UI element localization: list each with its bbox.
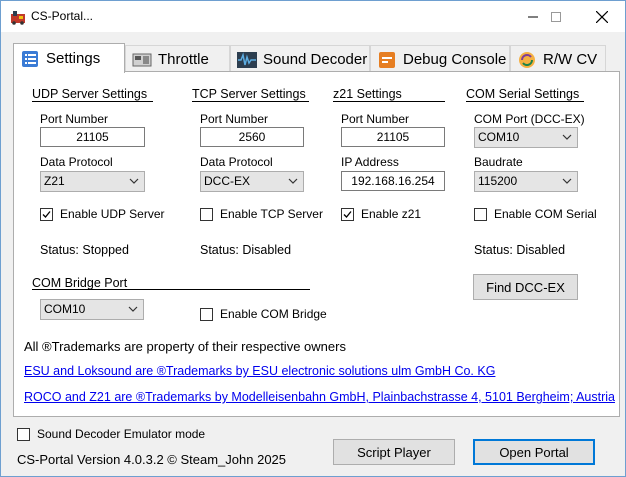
tcp-enable-label: Enable TCP Server [220,207,323,221]
trademark-notice: All ®Trademarks are property of their re… [24,339,346,354]
bridge-title-underline [32,289,310,290]
udp-title-underline [32,101,153,102]
udp-port-label: Port Number [40,112,109,126]
debug-icon [377,50,397,70]
udp-protocol-select[interactable]: Z21 [40,171,145,192]
z21-enable-label: Enable z21 [361,207,422,221]
app-logo-icon [10,9,26,25]
bridge-port-value: COM10 [44,302,86,316]
com-baud-value: 115200 [478,174,518,188]
z21-port-label: Port Number [341,112,410,126]
tab-rw-cv[interactable]: R/W CV [510,45,606,73]
tcp-settings-title: TCP Server Settings [192,87,306,101]
tab-rw-cv-label: R/W CV [543,51,598,68]
com-port-label: COM Port (DCC-EX) [474,112,585,126]
z21-settings-title: z21 Settings [333,87,402,101]
bridge-title: COM Bridge Port [32,276,128,290]
com-baud-select[interactable]: 115200 [474,171,578,192]
checkbox-box [341,207,354,221]
z21-port-input[interactable]: 21105 [341,127,445,147]
checkbox-box [17,427,30,441]
find-dcc-ex-button[interactable]: Find DCC-EX [473,274,578,300]
tcp-title-underline [192,101,309,102]
open-portal-button[interactable]: Open Portal [473,439,595,465]
com-settings-title: COM Serial Settings [466,87,580,101]
checkbox-box [40,207,53,221]
z21-title-underline [333,101,445,102]
esu-trademark-link[interactable]: ESU and Loksound are ®Trademarks by ESU … [24,364,495,378]
tcp-protocol-label: Data Protocol [200,155,273,169]
udp-status: Status: Stopped [40,243,129,257]
tcp-protocol-select[interactable]: DCC-EX [200,171,304,192]
udp-settings-title: UDP Server Settings [32,87,148,101]
tab-settings[interactable]: Settings [13,43,125,73]
checkbox-box [200,207,213,221]
com-title-underline [466,101,584,102]
tab-sound-decoder[interactable]: Sound Decoder [230,45,370,73]
tab-sound-decoder-label: Sound Decoder [263,51,368,68]
chevron-down-icon [129,178,139,184]
com-port-value: COM10 [478,130,520,144]
waveform-icon [237,50,257,70]
bridge-port-select[interactable]: COM10 [40,299,144,320]
com-status: Status: Disabled [474,243,566,257]
list-icon [20,49,40,69]
tcp-port-label: Port Number [200,112,269,126]
emulator-mode-label: Sound Decoder Emulator mode [37,427,206,441]
checkbox-box [200,307,213,321]
tcp-protocol-value: DCC-EX [204,174,251,188]
z21-ip-label: IP Address [341,155,399,169]
maximize-button[interactable] [533,1,579,32]
emulator-mode-checkbox[interactable]: Sound Decoder Emulator mode [17,427,205,441]
udp-protocol-label: Data Protocol [40,155,113,169]
bridge-enable-label: Enable COM Bridge [220,307,327,321]
chevron-down-icon [562,178,572,184]
com-enable-checkbox[interactable]: Enable COM Serial [474,207,597,221]
tab-debug-console-label: Debug Console [403,51,507,68]
z21-ip-input[interactable]: 192.168.16.254 [341,171,445,191]
bridge-enable-checkbox[interactable]: Enable COM Bridge [200,307,327,321]
sync-icon [517,50,537,70]
chevron-down-icon [288,178,298,184]
tcp-enable-checkbox[interactable]: Enable TCP Server [200,207,323,221]
z21-enable-checkbox[interactable]: Enable z21 [341,207,421,221]
tab-debug-console[interactable]: Debug Console [370,45,510,73]
udp-protocol-value: Z21 [44,174,65,188]
udp-enable-label: Enable UDP Server [60,207,165,221]
tab-settings-label: Settings [46,50,101,67]
throttle-icon [132,50,152,70]
udp-port-input[interactable]: 21105 [40,127,145,147]
tcp-port-input[interactable]: 2560 [200,127,304,147]
title-bar: CS-Portal... [1,1,625,32]
app-window: CS-Portal... Settings Throttle Sound Dec… [0,0,626,477]
version-label: CS-Portal Version 4.0.3.2 © Steam_John 2… [17,452,287,467]
chevron-down-icon [128,306,138,312]
roco-trademark-link[interactable]: ROCO and Z21 are ®Trademarks by Modellei… [24,390,615,404]
checkbox-box [474,207,487,221]
com-port-select[interactable]: COM10 [474,127,578,148]
tab-strip: Settings Throttle Sound Decoder Debug Co… [13,43,619,73]
tcp-status: Status: Disabled [200,243,292,257]
settings-panel: UDP Server Settings Port Number 21105 Da… [13,71,620,417]
tab-throttle-label: Throttle [158,51,209,68]
tab-throttle[interactable]: Throttle [125,45,230,73]
window-title: CS-Portal... [31,9,94,23]
udp-enable-checkbox[interactable]: Enable UDP Server [40,207,165,221]
com-baud-label: Baudrate [474,155,523,169]
com-enable-label: Enable COM Serial [494,207,597,221]
close-button[interactable] [579,1,625,32]
chevron-down-icon [562,134,572,140]
script-player-button[interactable]: Script Player [333,439,455,465]
